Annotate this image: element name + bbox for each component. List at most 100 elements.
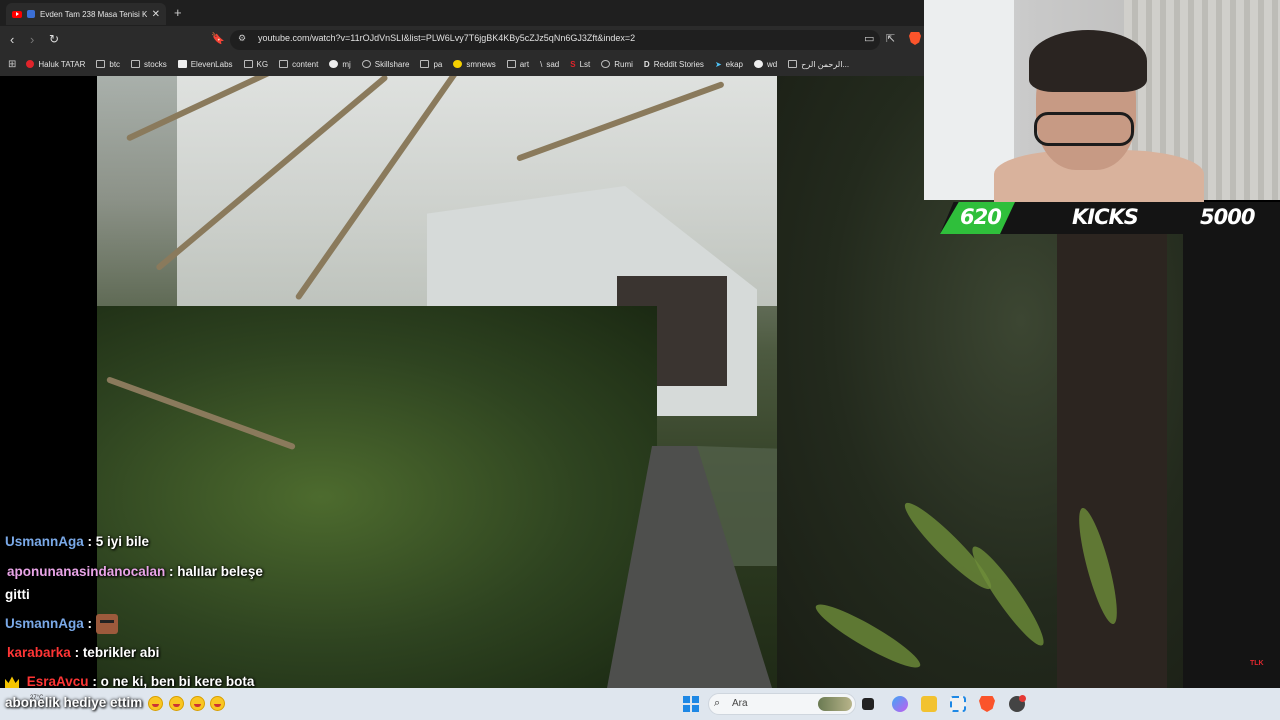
bird-icon: ➤ [714,59,722,69]
bookmark-item[interactable]: content [279,60,318,69]
channel-logo: TLK [1250,660,1264,667]
bookmark-item[interactable]: S Lst [570,60,590,69]
share-icon[interactable]: ⇱ [886,32,895,45]
notification-dot [1019,695,1026,702]
bookmark-label: wd [767,59,778,69]
chat-username: UsmannAga [5,534,84,549]
chat-separator: : [83,616,96,631]
github-icon [329,60,339,68]
chat-message: abonelik hediye ettim [5,695,226,711]
new-tab-button[interactable]: + [174,5,182,20]
bookmark-item[interactable]: Rumi [601,60,633,69]
chat-message: karabarka : tebrikler abi [5,643,159,663]
bookmark-icon[interactable]: 🔖 [211,32,225,45]
chat-text: tebrikler abi [82,645,160,660]
chat-separator: : [165,564,178,579]
wd-icon [754,60,763,68]
bookmark-item[interactable]: KG [243,60,268,69]
task-view-icon[interactable] [862,698,874,710]
folder-icon [279,60,289,68]
chat-username: karabarka [7,645,71,660]
bookmark-label: smnews [466,59,496,69]
bookmark-label: pa [433,59,443,69]
chat-separator: : [70,645,83,660]
folder-icon [506,60,516,68]
bookmark-label: Rumi [614,59,633,69]
bookmark-label: Haluk TATAR [38,59,86,69]
search-placeholder: Ara [732,698,748,709]
bookmark-item[interactable]: الرحمن الرح... [788,60,849,69]
forward-arrow-icon[interactable]: › [30,32,34,47]
video-foliage [97,306,657,688]
streamer-hair [1029,30,1147,92]
back-arrow-icon[interactable]: ‹ [10,32,14,47]
folder-icon [96,60,106,68]
bookmark-item[interactable]: Skillshare [361,60,409,69]
laughing-emoji-icon [210,695,226,711]
site-info-icon[interactable]: ⚙ [238,33,246,44]
bookmark-item[interactable]: ElevenLabs [177,60,233,69]
chat-text: 5 iyi bile [95,534,150,549]
book-icon [788,60,798,68]
search-icon: ⌕ [714,697,721,709]
bookmark-item[interactable]: smnews [453,59,496,69]
kicks-label: KICKS [1072,205,1139,229]
bookmark-item[interactable]: \ sad [540,60,559,69]
bookmark-item[interactable]: art [506,60,529,69]
tab-group-icon [27,10,35,18]
kicks-current: 620 [960,205,1002,229]
folder-icon [243,60,253,68]
folder-icon [420,60,430,68]
windows-start-icon[interactable] [683,696,699,712]
streamer-glasses [1034,112,1134,146]
bookmark-item[interactable]: mj [329,59,351,69]
close-tab-icon[interactable]: ✕ [152,9,160,20]
browser-window: Evden Tam 238 Masa Tenisi K ✕ + ‹ › ↻ 🔖 … [0,0,924,76]
chat-separator: : [88,674,101,689]
bookmark-label: content [292,59,319,69]
cast-icon[interactable]: ▭ [864,32,874,45]
chat-username: UsmannAga [5,616,84,631]
chat-message-continued: gitti [5,585,30,605]
youtube-icon [12,10,22,18]
bookmark-item[interactable]: stocks [131,60,167,69]
bookmark-item[interactable]: D Reddit Stories [644,60,704,69]
bookmark-item[interactable]: Haluk TATAR [26,60,85,69]
bookmark-label: sad [546,59,560,69]
reload-icon[interactable]: ↻ [49,32,59,46]
copilot-icon[interactable] [892,696,908,712]
chat-username: EsraAvcu [26,674,89,689]
chat-message: UsmannAga : [5,614,118,635]
chat-text: gitti [5,587,30,602]
webcam-feed [924,0,1280,210]
bookmark-label: mj [342,59,351,69]
chat-separator: : [83,534,96,549]
bookmark-label: btc [109,59,121,69]
apps-grid-icon[interactable]: ⊞ [8,59,16,70]
bookmark-label: الرحمن الرح... [801,59,850,69]
d-icon: D [643,59,650,69]
url-text[interactable]: youtube.com/watch?v=11rOJdVnSLI&list=PLW… [258,33,635,43]
bookmark-item[interactable]: wd [754,60,777,69]
tab-title: Evden Tam 238 Masa Tenisi K [40,9,147,19]
snipping-tool-icon[interactable] [950,696,966,712]
tab-bar: Evden Tam 238 Masa Tenisi K ✕ + [0,0,924,26]
bookmark-item[interactable]: btc [96,60,120,69]
overlay-right-strip [1183,234,1280,688]
laughing-emoji-icon [189,695,205,711]
browser-tab[interactable]: Evden Tam 238 Masa Tenisi K ✕ [6,3,166,25]
s-icon: S [570,59,576,69]
bookmark-label: Lst [579,59,591,69]
face-emote-icon [95,614,118,635]
bookmark-item[interactable]: ➤ ekap [715,60,743,69]
kicks-goal: 5000 [1200,205,1255,229]
folder-icon [131,60,141,68]
bookmark-label: Reddit Stories [653,59,704,69]
search-highlight-icon [818,697,852,711]
bookmark-label: ekap [725,59,743,69]
youtube-icon [26,60,35,68]
bookmark-item[interactable]: pa [420,60,442,69]
bookmark-label: stocks [144,59,167,69]
file-explorer-icon[interactable] [921,696,937,712]
elevenlabs-icon [177,60,187,68]
